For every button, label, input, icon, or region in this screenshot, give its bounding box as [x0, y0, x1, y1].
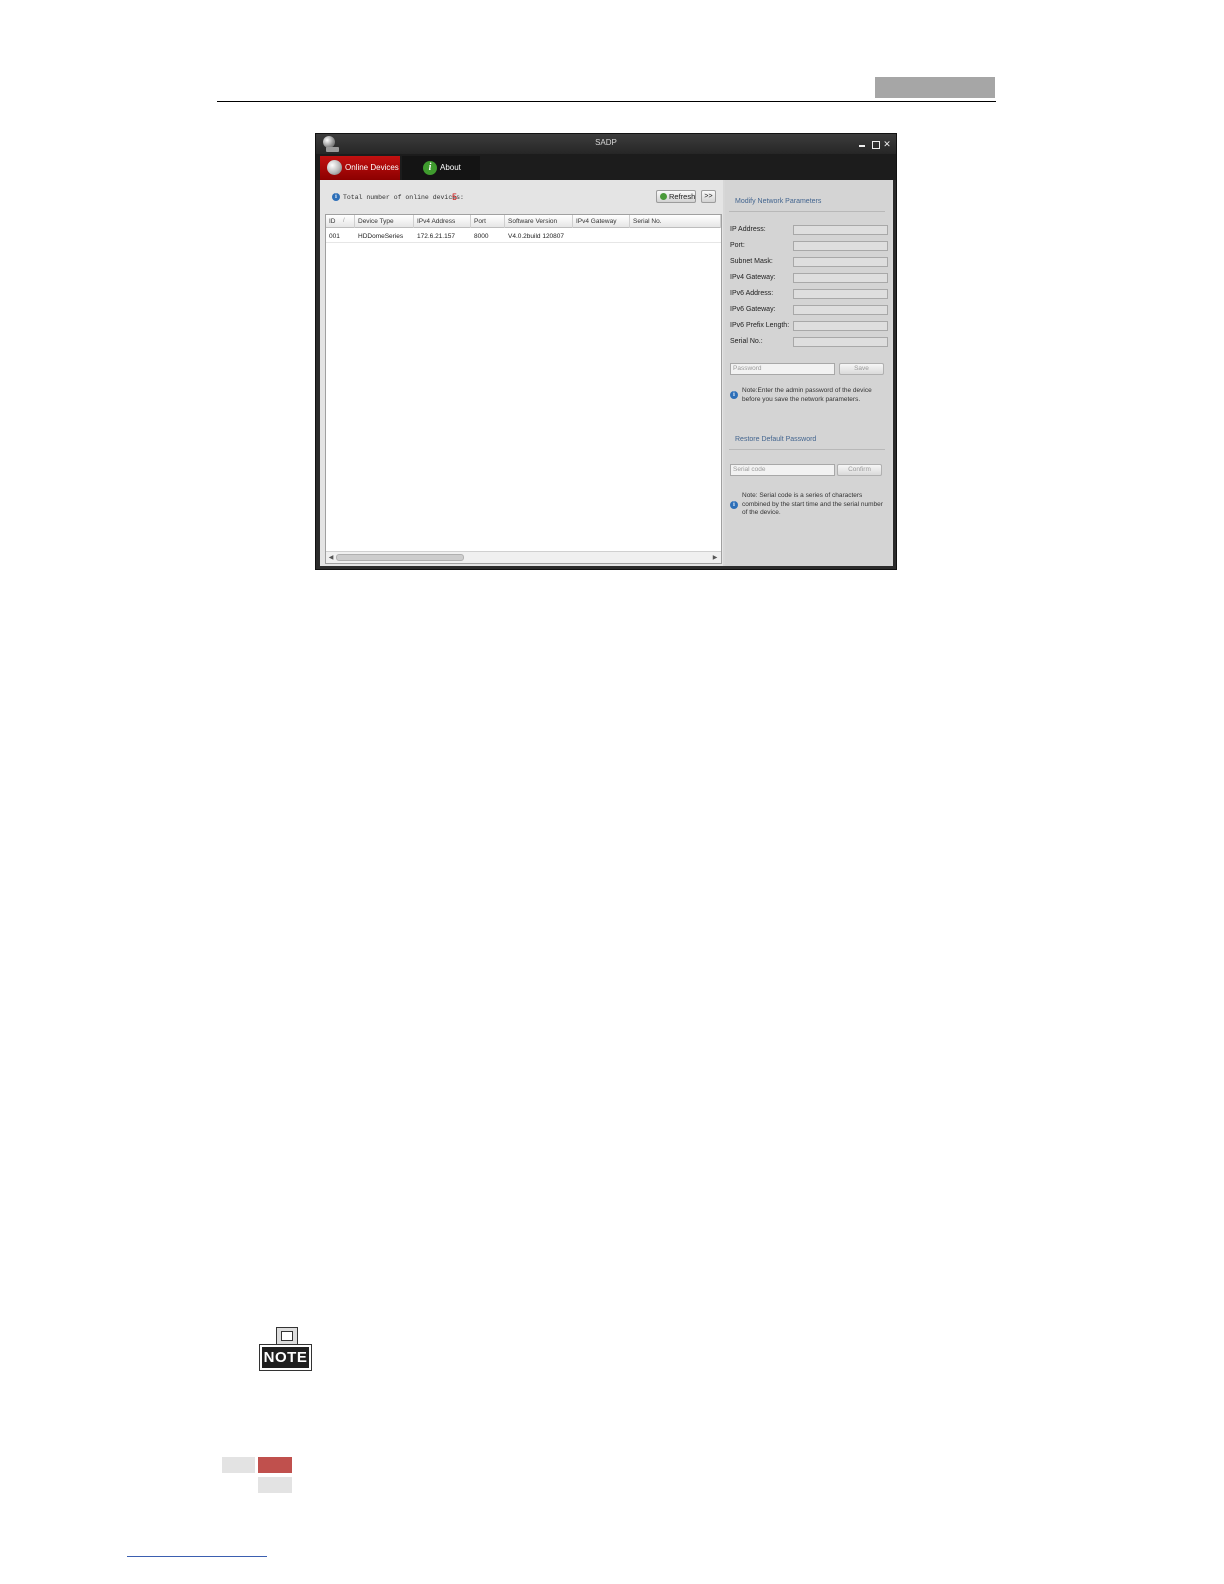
save-note: Note:Enter the admin password of the dev…: [742, 387, 872, 403]
section-divider: [729, 449, 885, 450]
info-icon: i: [730, 501, 738, 509]
serial-code-input[interactable]: Serial code: [730, 464, 835, 476]
serial-no-field[interactable]: [793, 337, 888, 347]
ipv6-gateway-field[interactable]: [793, 305, 888, 315]
close-icon[interactable]: ✕: [882, 139, 892, 149]
scroll-left-icon[interactable]: ◀: [327, 554, 335, 562]
tab-online-devices[interactable]: Online Devices: [320, 156, 400, 180]
cell-software-version: V4.0.2build 120807: [508, 233, 565, 240]
password-input[interactable]: Password: [730, 363, 835, 375]
maximize-icon[interactable]: [870, 139, 880, 149]
ip-address-label: IP Address:: [730, 226, 766, 233]
ipv6-prefix-length-label: IPv6 Prefix Length:: [730, 322, 790, 329]
ip-address-field[interactable]: [793, 225, 888, 235]
total-devices-label: Total number of online devices:: [343, 194, 464, 201]
column-header-serial-no[interactable]: Serial No.: [630, 215, 721, 228]
scrollbar-thumb[interactable]: [336, 554, 464, 561]
serial-code-note: Note: Serial code is a series of charact…: [742, 492, 883, 516]
footer-accent-block: [258, 1457, 292, 1473]
expand-button[interactable]: >>: [701, 190, 716, 203]
main-content: i Total number of online devices: 5 Refr…: [320, 180, 893, 566]
horizontal-scrollbar[interactable]: ◀ ▶: [326, 551, 721, 563]
title-bar: SADP ✕: [316, 134, 896, 154]
cell-ipv4-gateway: [573, 230, 630, 243]
column-header-ipv4-gateway[interactable]: IPv4 Gateway: [573, 215, 630, 228]
modify-parameters-panel: Modify Network Parameters IP Address: Po…: [725, 180, 891, 566]
note-badge-label: NOTE: [262, 1347, 309, 1368]
port-label: Port:: [730, 242, 745, 249]
column-header-device-type[interactable]: Device Type: [355, 215, 414, 228]
header-rule: [217, 101, 996, 102]
header-tab-block: [875, 77, 995, 98]
scroll-right-icon[interactable]: ▶: [711, 554, 719, 562]
save-button[interactable]: Save: [839, 363, 884, 375]
total-devices-count: 5: [452, 192, 458, 202]
refresh-button-label: Refresh: [669, 192, 696, 201]
section-divider: [729, 211, 885, 212]
info-icon: i: [730, 391, 738, 399]
column-header-id[interactable]: ID /: [326, 215, 355, 228]
cell-id: 001: [329, 233, 340, 240]
tab-online-devices-label: Online Devices: [345, 163, 399, 172]
table-header: ID / Device Type IPv4 Address Port Softwa…: [326, 215, 721, 228]
ipv6-prefix-length-field[interactable]: [793, 321, 888, 331]
refresh-button[interactable]: Refresh: [656, 190, 696, 203]
table-row[interactable]: 001 HDDomeSeries 172.6.21.157 8000 V4.0.…: [326, 230, 721, 243]
modify-params-title: Modify Network Parameters: [735, 198, 822, 205]
minimize-icon[interactable]: [857, 139, 867, 149]
cell-device-type: HDDomeSeries: [358, 233, 404, 240]
note-icon: NOTE: [259, 1327, 312, 1371]
subnet-mask-label: Subnet Mask:: [730, 258, 773, 265]
tab-about[interactable]: i About: [402, 156, 480, 180]
subnet-mask-field[interactable]: [793, 257, 888, 267]
info-icon: i: [423, 161, 437, 175]
column-header-ipv4-address[interactable]: IPv4 Address: [414, 215, 471, 228]
serial-no-label: Serial No.:: [730, 338, 763, 345]
column-header-port[interactable]: Port: [471, 215, 505, 228]
globe-icon: [327, 160, 342, 175]
tab-about-label: About: [440, 163, 461, 172]
ipv6-address-field[interactable]: [793, 289, 888, 299]
window-title: SADP: [595, 138, 617, 147]
tab-bar: Online Devices i About: [316, 154, 896, 180]
cell-port: 8000: [474, 233, 489, 240]
cell-serial-no: [630, 230, 721, 243]
column-header-software-version[interactable]: Software Version: [505, 215, 573, 228]
restore-password-title: Restore Default Password: [735, 436, 817, 443]
ipv6-gateway-label: IPv6 Gateway:: [730, 306, 776, 313]
ipv4-gateway-field[interactable]: [793, 273, 888, 283]
footer-link-underline[interactable]: [127, 1556, 267, 1557]
port-field[interactable]: [793, 241, 888, 251]
sadp-window: SADP ✕ Online Devices i About i Total nu…: [315, 133, 897, 570]
ipv6-address-label: IPv6 Address:: [730, 290, 774, 297]
sort-icon: /: [343, 218, 345, 224]
footer-block: [258, 1477, 292, 1493]
refresh-icon: [660, 193, 667, 200]
cell-ipv4-address: 172.6.21.157: [417, 233, 455, 240]
device-table: ID / Device Type IPv4 Address Port Softwa…: [325, 214, 722, 564]
ipv4-gateway-label: IPv4 Gateway:: [730, 274, 776, 281]
footer-block: [222, 1457, 255, 1473]
info-icon: i: [332, 193, 340, 201]
confirm-button[interactable]: Confirm: [837, 464, 882, 476]
device-list-panel: i Total number of online devices: 5 Refr…: [320, 180, 723, 566]
